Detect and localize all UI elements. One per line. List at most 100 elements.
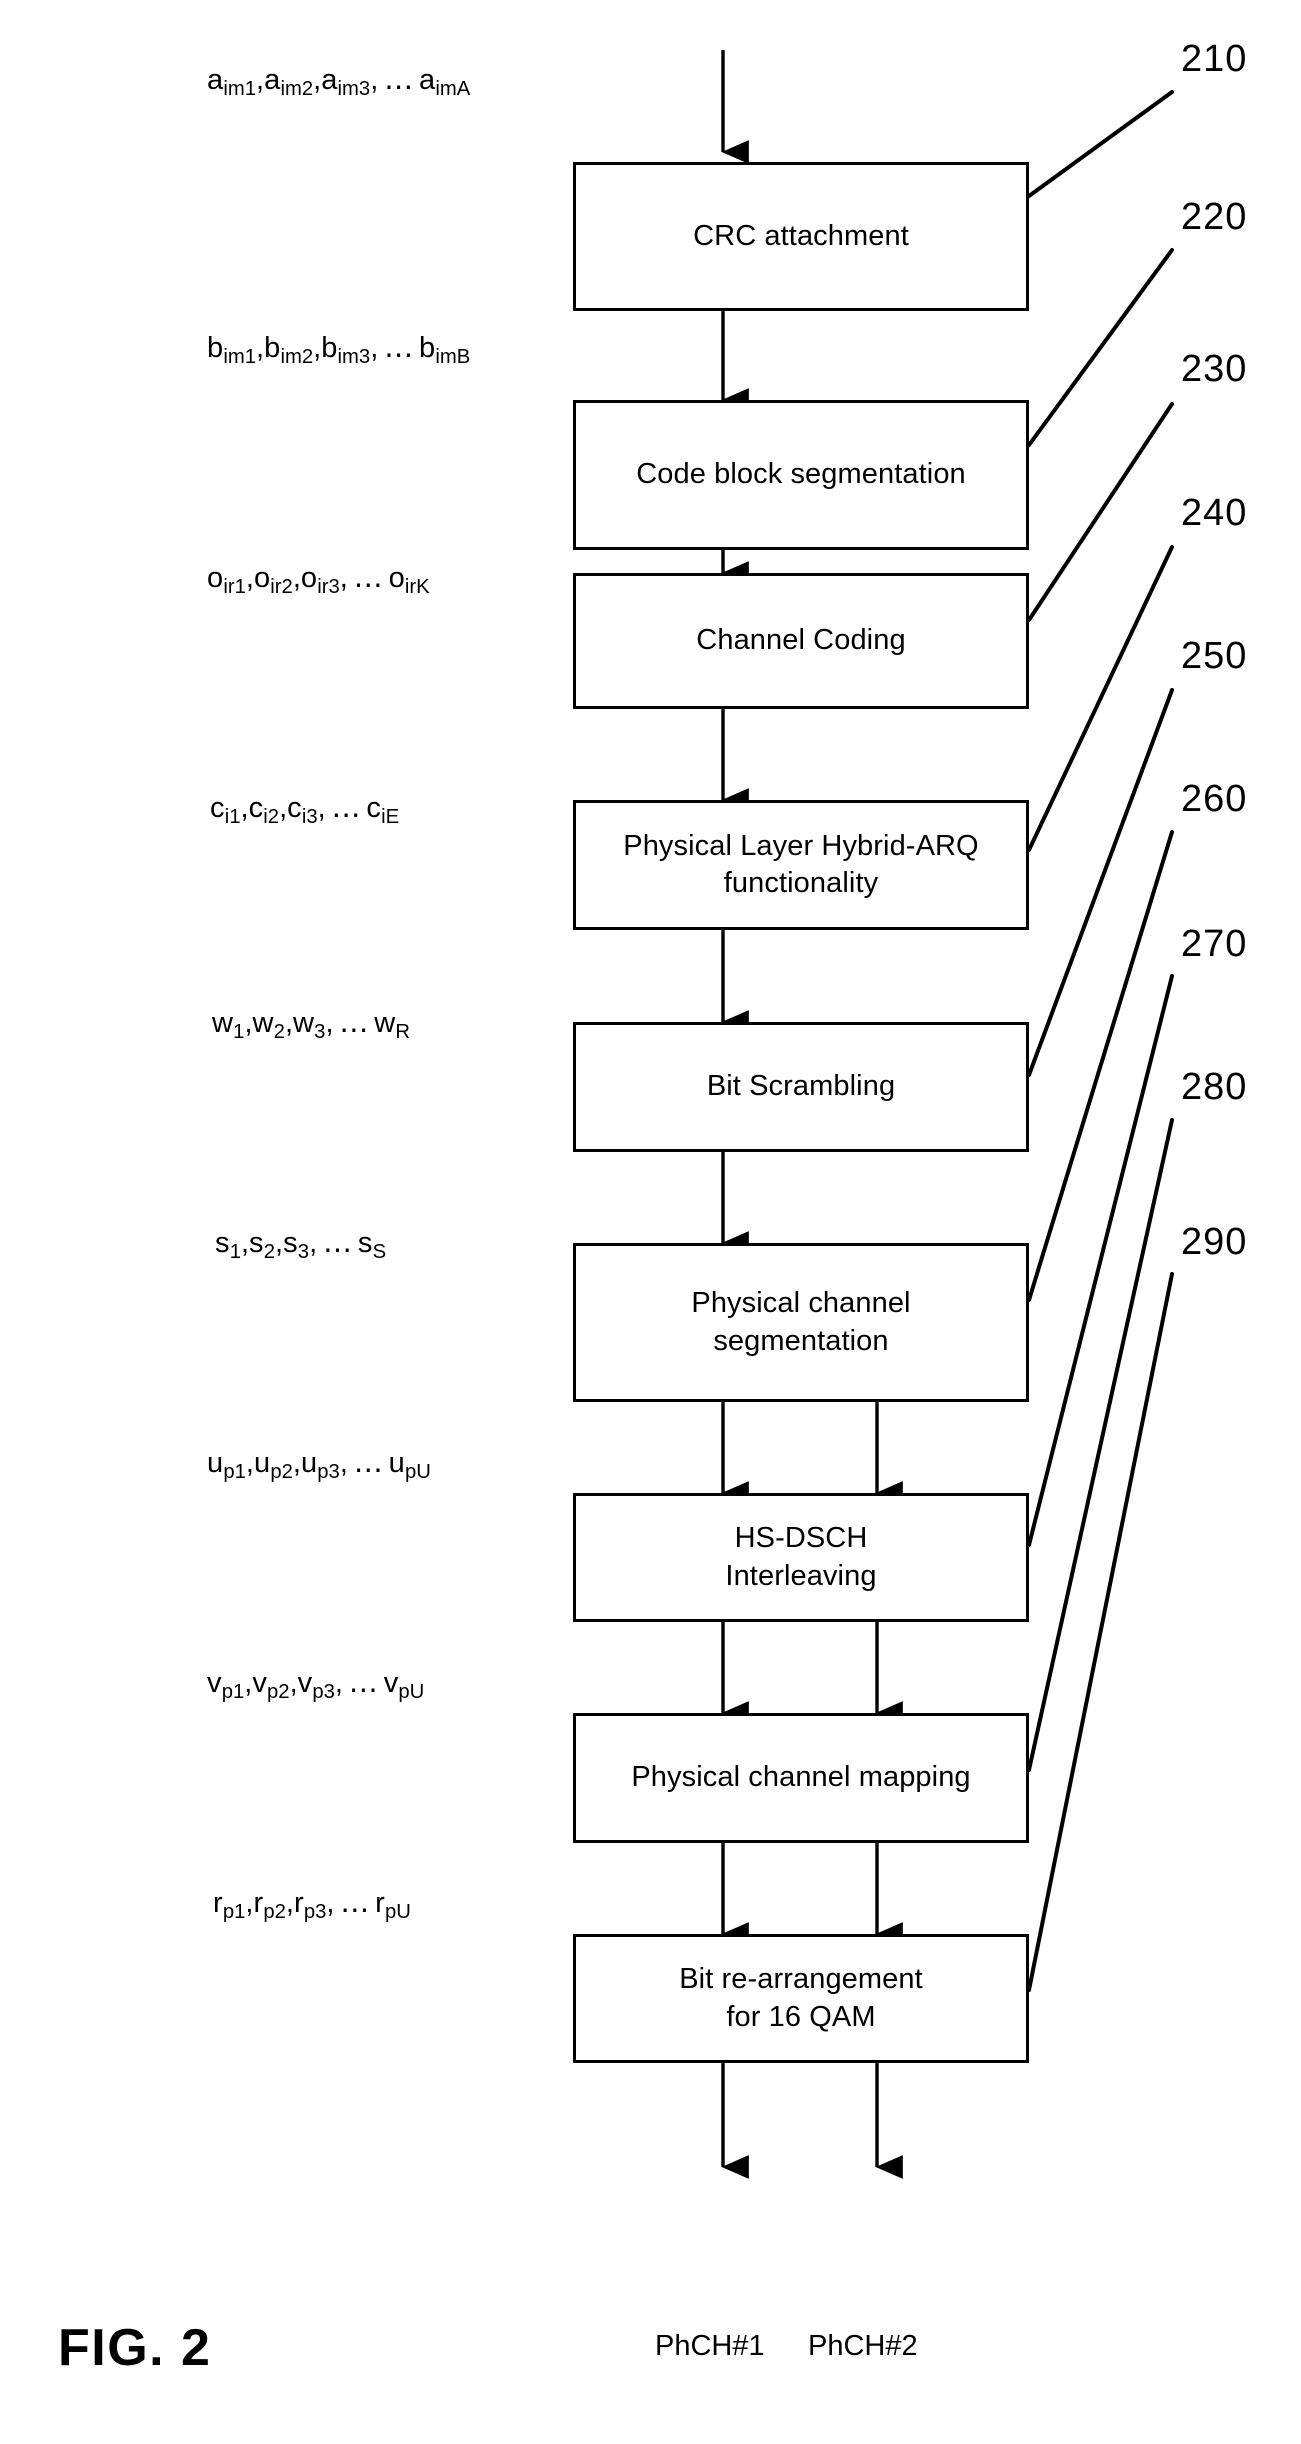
block-code-block-segmentation[interactable]: Code block segmentation — [573, 400, 1029, 550]
signal-subscript: 2 — [273, 1021, 285, 1044]
reference-numeral-280: 280 — [1181, 1066, 1248, 1108]
reference-numeral-230: 230 — [1181, 348, 1248, 390]
reference-numeral-210: 210 — [1181, 38, 1248, 80]
signal-label-v: vp1,vp2,vp3, ․․․ vpU — [207, 1665, 425, 1704]
signal-label-a: aim1,aim2,aim3, ․․․ aimA — [207, 62, 471, 101]
signal-subscript: im3 — [337, 78, 371, 101]
signal-term: wR — [374, 1007, 411, 1044]
block-label-interleave-line1: HS-DSCH — [734, 1522, 868, 1555]
signal-separator: , — [240, 1227, 250, 1259]
signal-term: aim3 — [321, 64, 371, 101]
signal-subscript: imB — [435, 346, 471, 369]
signal-term: aim2 — [264, 64, 314, 101]
signal-separator: , — [292, 562, 301, 594]
signal-subscript: i1 — [224, 806, 241, 829]
block-bit-scrambling[interactable]: Bit Scrambling — [573, 1022, 1029, 1152]
block-label-physeg-line1: Physical channel — [691, 1287, 911, 1320]
signal-term: s2 — [249, 1227, 276, 1264]
signal-subscript: ir1 — [223, 576, 246, 599]
block-hybrid-arq[interactable]: Physical Layer Hybrid-ARQ functionality — [573, 800, 1029, 930]
signal-subscript: 2 — [263, 1241, 276, 1264]
leader-250 — [1027, 688, 1174, 1077]
signal-separator: , ․․․ — [317, 792, 367, 824]
signal-subscript: ir3 — [317, 576, 340, 599]
signal-separator: , — [279, 792, 288, 824]
reference-numeral-240: 240 — [1181, 492, 1248, 534]
block-label-physeg: Physical channel segmentation — [691, 1285, 910, 1359]
reference-numeral-220: 220 — [1181, 196, 1248, 238]
block-channel-coding[interactable]: Channel Coding — [573, 573, 1029, 709]
signal-subscript: 3 — [314, 1021, 326, 1044]
signal-term: ci1 — [210, 792, 241, 829]
reference-numeral-250: 250 — [1181, 635, 1248, 677]
block-label-interleave-line2: Interleaving — [725, 1559, 877, 1592]
block-physical-channel-segmentation[interactable]: Physical channel segmentation — [573, 1243, 1029, 1402]
signal-term: w2 — [252, 1007, 285, 1044]
signal-subscript: im2 — [280, 346, 314, 369]
signal-term: oir2 — [253, 562, 293, 599]
signal-term: oir1 — [207, 562, 246, 599]
block-label-scrambling: Bit Scrambling — [706, 1070, 896, 1103]
signal-subscript: p2 — [263, 1901, 286, 1924]
signal-label-o: oir1,oir2,oir3, ․․․ oirK — [207, 560, 430, 599]
signal-subscript: 1 — [229, 1241, 241, 1264]
signal-subscript: 1 — [233, 1021, 245, 1044]
signal-subscript: p3 — [312, 1681, 335, 1704]
signal-term: bim3 — [321, 332, 371, 369]
signal-label-w: w1,w2,w3, ․․․ wR — [212, 1005, 411, 1044]
signal-subscript: irK — [404, 576, 430, 599]
leader-210 — [1027, 90, 1174, 198]
block-hs-dsch-interleaving[interactable]: HS-DSCH Interleaving — [573, 1493, 1029, 1622]
block-label-interleave: HS-DSCH Interleaving — [725, 1520, 876, 1594]
reference-numeral-270: 270 — [1181, 923, 1248, 965]
signal-subscript: im3 — [337, 346, 371, 369]
leader-290 — [1027, 1272, 1174, 1992]
signal-term: rp2 — [253, 1887, 286, 1924]
signal-term: s1 — [215, 1227, 241, 1264]
signal-separator: , — [313, 64, 322, 96]
signal-term: ci3 — [287, 792, 318, 829]
signal-separator: , ․․․ — [334, 1667, 384, 1699]
signal-separator: , ․․․ — [309, 1227, 358, 1259]
signal-subscript: p1 — [221, 1681, 245, 1704]
signal-term: aimA — [419, 64, 471, 101]
block-crc-attachment[interactable]: CRC attachment — [573, 162, 1029, 311]
block-label-physeg-line2: segmentation — [713, 1324, 889, 1357]
block-label-segment: Code block segmentation — [636, 458, 966, 491]
signal-term: s3 — [283, 1227, 310, 1264]
signal-subscript: im1 — [223, 78, 257, 101]
signal-subscript: imA — [435, 78, 471, 101]
signal-term: up3 — [300, 1447, 340, 1484]
signal-term: bimB — [419, 332, 471, 369]
output-label-phch2: PhCH#2 — [808, 2330, 918, 2362]
signal-subscript: 3 — [297, 1241, 310, 1264]
leader-230 — [1027, 402, 1174, 622]
block-label-harq-line2: functionality — [723, 867, 879, 899]
signal-term: upU — [388, 1447, 431, 1484]
block-label-mapping: Physical channel mapping — [631, 1761, 971, 1794]
signal-subscript: i3 — [301, 806, 318, 829]
block-label-harq-line1: Physical Layer Hybrid-ARQ — [623, 829, 979, 862]
signal-term: vp2 — [252, 1667, 290, 1704]
signal-label-u: up1,up2,up3, ․․․ upU — [207, 1445, 431, 1484]
patent-figure: CRC attachment Code block segmentation C… — [0, 0, 1301, 2444]
signal-term: bim1 — [207, 332, 257, 369]
signal-term: w1 — [212, 1007, 245, 1044]
signal-subscript: p2 — [267, 1681, 290, 1704]
signal-separator: , — [275, 1227, 284, 1259]
figure-caption: FIG. 2 — [58, 2319, 212, 2377]
signal-separator: , ․․․ — [339, 1447, 389, 1479]
block-physical-channel-mapping[interactable]: Physical channel mapping — [573, 1713, 1029, 1843]
signal-term: oir3 — [300, 562, 340, 599]
reference-leader-lines — [1027, 90, 1174, 1992]
signal-label-s: s1,s2,s3, ․․․ sS — [215, 1225, 386, 1264]
output-label-phch1: PhCH#1 — [655, 2330, 765, 2362]
signal-subscript: pU — [404, 1461, 431, 1484]
signal-separator: , — [289, 1667, 298, 1699]
signal-separator: , ․․․ — [325, 1007, 375, 1039]
signal-subscript: pU — [398, 1681, 425, 1704]
leader-240 — [1027, 545, 1174, 852]
block-bit-rearrangement[interactable]: Bit re-arrangement for 16 QAM — [573, 1934, 1029, 2063]
signal-subscript: pU — [385, 1901, 411, 1924]
signal-label-r: rp1,rp2,rp3, ․․․ rpU — [213, 1885, 411, 1924]
